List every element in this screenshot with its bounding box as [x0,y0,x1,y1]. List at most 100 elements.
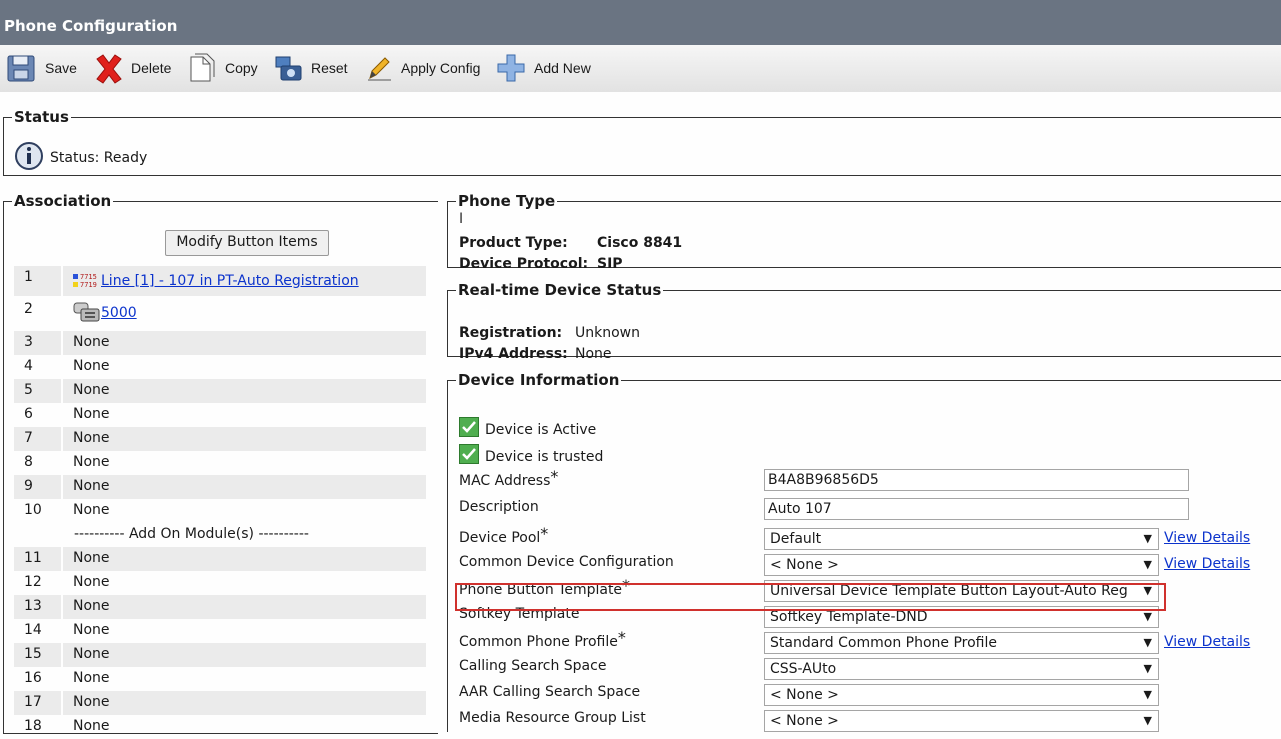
row-value-text: None [73,334,110,350]
row-value-text: None [73,598,110,614]
reset-button[interactable]: Reset [273,45,353,92]
status-legend: Status [14,108,69,126]
association-row: 5 None [14,379,426,403]
apply-config-label: Apply Config [401,60,481,76]
association-row: 11 None [14,547,426,571]
association-row: 1 7715 7719 Line [1] - 107 in PT-Auto Regis… [14,266,426,296]
row-value-text: None [73,550,110,566]
required-mark: * [617,628,626,647]
dropdown-arrow-icon: ▼ [1143,688,1152,701]
svg-text:7719: 7719 [80,281,97,289]
association-row: 8 None [14,451,426,475]
product-type-label: Product Type: [459,235,568,251]
pencil-icon [368,57,391,81]
association-row: 4 None [14,355,426,379]
device-info-legend: Device Information [458,371,620,389]
row-number: 18 [24,718,42,734]
row-number: 7 [24,430,33,446]
row-number: 12 [24,574,42,590]
save-button[interactable]: Save [6,45,80,92]
checkbox-checked-icon[interactable] [459,417,479,437]
copy-icon [190,53,215,82]
device-protocol-label: Device Protocol: [459,256,589,272]
row-link-text[interactable]: 5000 [101,305,137,321]
checkbox-checked-icon[interactable] [459,444,479,464]
reset-icon [275,56,302,81]
calling-search-space-select[interactable]: CSS-AUto ▼ [764,658,1159,680]
aar-css-select[interactable]: < None > ▼ [764,684,1159,706]
row-number: 1 [24,269,33,285]
line-1-link[interactable]: 7715 7719 Line [1] - 107 in PT-Auto Regist… [73,269,359,291]
row-value: None [73,670,110,686]
association-row: 2 5000 [14,298,426,328]
row-value: None [73,502,110,518]
common-phone-profile-label: Common Phone Profile* [459,628,626,650]
row-value: None [73,382,110,398]
add-new-button[interactable]: Add New [496,45,596,92]
association-legend: Association [14,192,112,210]
row-number: 2 [24,301,33,317]
softkey-template-value: Softkey Template-DND [770,609,928,625]
device-pool-select[interactable]: Default ▼ [764,528,1159,550]
row-link-text[interactable]: Line [1] - 107 in PT-Auto Registration [101,273,359,289]
description-input[interactable]: Auto 107 [764,498,1189,520]
row-value-text: None [73,574,110,590]
row-value: None [73,622,110,638]
window-title: Phone Configuration [4,17,178,35]
common-device-config-value: < None > [770,557,839,573]
row-shade [63,331,426,355]
modify-button-items-button[interactable]: Modify Button Items [165,230,329,256]
copy-button[interactable]: Copy [188,45,260,92]
row-value: None [73,598,110,614]
row-shade [63,379,426,403]
common-phone-profile-value: Standard Common Phone Profile [770,635,997,651]
delete-label: Delete [131,60,172,76]
dropdown-arrow-icon: ▼ [1143,714,1152,727]
mac-address-input[interactable]: B4A8B96856D5 [764,469,1189,491]
row-shade [14,475,61,499]
softkey-template-highlight-box [455,583,1166,611]
apply-config-button[interactable]: Apply Config [367,45,485,92]
row-number: 13 [24,598,42,614]
calling-search-space-value: CSS-AUto [770,661,837,677]
device-pool-value: Default [770,531,822,547]
row-shade [63,595,426,619]
mrgl-select[interactable]: < None > ▼ [764,710,1159,732]
common-device-config-label: Common Device Configuration [459,554,674,570]
speed-dial-phone-icon [73,302,100,322]
common-phone-profile-select[interactable]: Standard Common Phone Profile ▼ [764,632,1159,654]
reset-label: Reset [311,60,348,76]
phone-type-legend: Phone Type [458,192,556,210]
row-value-text: None [73,478,110,494]
common-device-config-select[interactable]: < None > ▼ [764,554,1159,576]
row-number: 4 [24,358,33,374]
realtime-legend: Real-time Device Status [458,281,662,299]
row-value: None [73,454,110,470]
product-type-value: Cisco 8841 [597,235,683,251]
row-value: None [73,334,110,350]
row-value: None [73,646,110,662]
title-bar: Phone Configuration [0,0,1281,45]
delete-button[interactable]: Delete [93,45,173,92]
device-pool-view-details-link[interactable]: View Details [1164,530,1250,546]
association-row: 15 None [14,643,426,667]
speed-dial-link[interactable]: 5000 [73,301,137,323]
row-value: None [73,430,110,446]
realtime-status-section: Real-time Device Status Registration: Un… [447,281,1281,362]
row-number: 5 [24,382,33,398]
dropdown-arrow-icon: ▼ [1143,636,1152,649]
row-number: 6 [24,406,33,422]
common-phone-profile-label-text: Common Phone Profile [459,634,618,650]
row-shade [63,547,426,571]
row-shade [14,266,61,296]
registration-label: Registration: [459,325,563,341]
mrgl-value: < None > [770,713,839,729]
row-shade [14,331,61,355]
row-value: None [73,478,110,494]
description-label: Description [459,499,539,515]
row-value-text: None [73,670,110,686]
common-phone-profile-view-details-link[interactable]: View Details [1164,634,1250,650]
common-device-config-view-details-link[interactable]: View Details [1164,556,1250,572]
device-pool-label-text: Device Pool [459,530,541,546]
add-new-label: Add New [534,60,591,76]
